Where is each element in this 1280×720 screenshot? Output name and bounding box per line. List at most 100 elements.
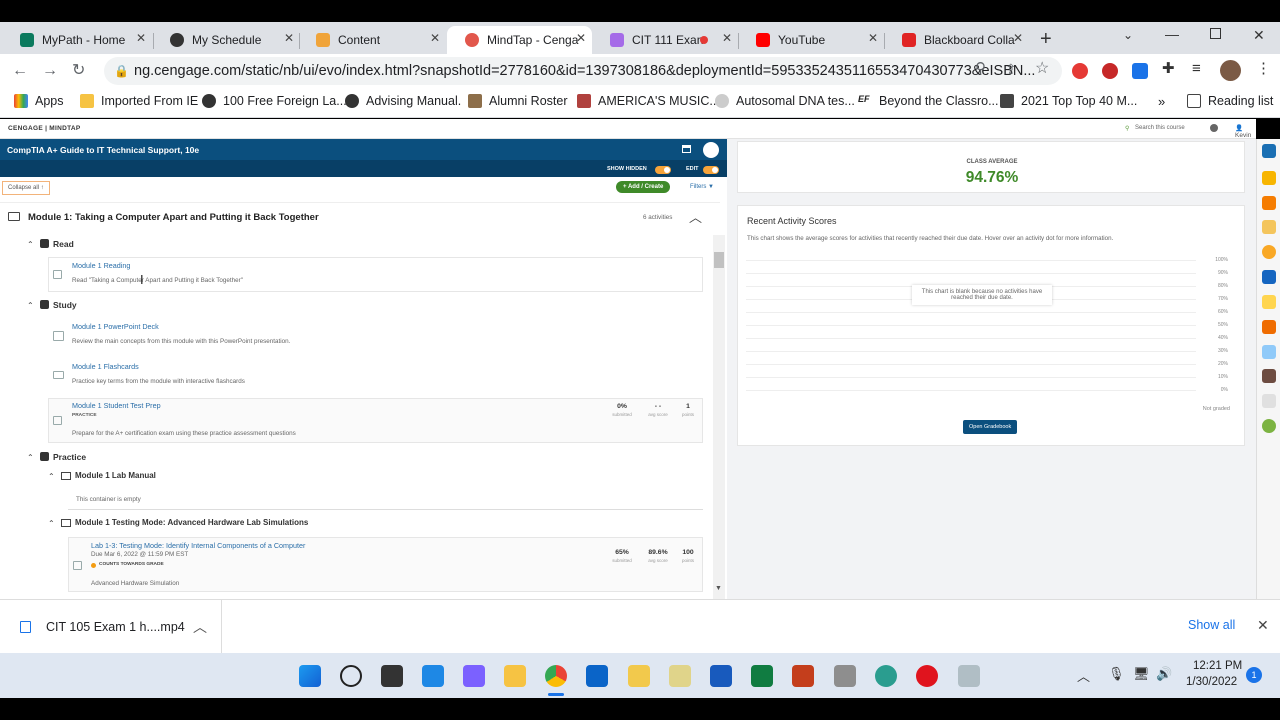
reading-item[interactable] [48, 257, 703, 292]
speaker-icon[interactable]: 🔊 [1156, 666, 1172, 682]
search-course-link[interactable]: Search this course [1135, 125, 1185, 131]
list-menu-icon[interactable] [703, 142, 719, 158]
bookmark-advising[interactable]: Advising Manual. [345, 94, 461, 108]
rss-icon[interactable] [1262, 196, 1276, 210]
filters-button[interactable]: Filters ▼ [690, 184, 714, 190]
caret-icon[interactable]: ⌃ [27, 301, 34, 310]
close-icon[interactable]: ✕ [868, 31, 878, 45]
test-prep-link[interactable]: Module 1 Student Test Prep [72, 401, 161, 410]
study-section[interactable]: Study [53, 300, 77, 310]
close-icon[interactable]: ✕ [1257, 617, 1269, 634]
calendar-icon[interactable] [682, 145, 691, 153]
chart-app-icon[interactable] [669, 665, 691, 687]
help-icon[interactable] [1210, 124, 1218, 132]
tab-my-schedule[interactable]: My Schedule ✕ [152, 26, 300, 54]
caret-icon[interactable]: ⌃ [48, 519, 55, 528]
excel-icon[interactable] [751, 665, 773, 687]
collapse-all-button[interactable]: Collapse all ↑ [2, 181, 50, 195]
outlook-icon[interactable] [586, 665, 608, 687]
chevron-up-icon[interactable]: ︿ [1077, 666, 1090, 685]
reading-link[interactable]: Module 1 Reading [72, 261, 130, 270]
clock-time[interactable]: 12:21 PM [1193, 660, 1242, 672]
circle-icon[interactable] [1262, 419, 1276, 433]
app-icon[interactable] [958, 665, 980, 687]
chat-icon[interactable] [1262, 394, 1276, 408]
snip-tool-icon[interactable] [834, 665, 856, 687]
lab-link[interactable]: Lab 1-3: Testing Mode: Identify Internal… [91, 541, 305, 550]
open-gradebook-button[interactable]: Open Gradebook [963, 420, 1018, 434]
bookmark-top40[interactable]: 2021 Top Top 40 M... [1000, 94, 1137, 108]
chevron-up-icon[interactable]: ︿ [193, 617, 207, 637]
share-icon[interactable]: ⇪ [1005, 60, 1017, 78]
minimize-icon[interactable]: — [1165, 26, 1179, 42]
share-icon[interactable] [1262, 345, 1276, 359]
bookmark-foreign[interactable]: 100 Free Foreign La... [202, 94, 347, 108]
monitor-icon[interactable]: 🖥 [1133, 666, 1150, 682]
search-icon[interactable] [340, 665, 362, 687]
tab-mypath[interactable]: MyPath - Home ✕ [2, 26, 152, 54]
scrollbar[interactable]: ▼ [713, 235, 725, 599]
close-icon[interactable]: ✕ [576, 31, 586, 45]
task-view-icon[interactable] [381, 665, 403, 687]
cloud-icon[interactable] [1262, 144, 1276, 158]
close-icon[interactable]: ✕ [722, 31, 732, 45]
caret-icon[interactable]: ⌃ [27, 240, 34, 249]
word-icon[interactable] [710, 665, 732, 687]
bookmark-imported[interactable]: Imported From IE [80, 94, 198, 108]
close-icon[interactable]: ✕ [136, 31, 146, 45]
address-bar[interactable]: 🔒 ng.cengage.com/static/nb/ui/evo/index.… [104, 57, 1062, 85]
widgets-icon[interactable] [422, 665, 444, 687]
bookmark-beyond[interactable]: EF Beyond the Classro... [858, 94, 999, 108]
tab-cit111[interactable]: CIT 111 Exan ✕ [592, 26, 738, 54]
close-icon[interactable]: ✕ [430, 31, 440, 45]
tab-content[interactable]: Content ✕ [298, 26, 446, 54]
windows-start-icon[interactable] [299, 665, 321, 687]
user-menu[interactable]: 👤 Kevin [1235, 124, 1256, 139]
caret-icon[interactable]: ⌃ [48, 472, 55, 481]
media-icon[interactable]: ≡ [1192, 60, 1201, 78]
scroll-down-icon[interactable]: ▼ [715, 585, 722, 592]
pen-ext-icon[interactable] [1132, 63, 1148, 79]
bookmark-apps[interactable]: Apps [14, 94, 64, 108]
coin-icon[interactable] [1262, 245, 1276, 259]
edit-toggle[interactable] [703, 166, 719, 174]
bookmark-alumni[interactable]: Alumni Roster [468, 94, 568, 108]
microphone-icon[interactable]: 🎙 [1108, 666, 1125, 682]
back-icon[interactable]: ← [12, 62, 28, 80]
close-icon[interactable]: ✕ [284, 31, 294, 45]
search-icon[interactable]: ⚲ [1125, 125, 1129, 132]
chart-icon[interactable] [1262, 320, 1276, 334]
pencil-app-icon[interactable] [628, 665, 650, 687]
file-explorer-icon[interactable] [504, 665, 526, 687]
menu-icon[interactable]: ⋮ [1256, 60, 1271, 78]
forward-icon[interactable]: → [42, 62, 58, 80]
show-hidden-toggle[interactable] [655, 166, 671, 174]
new-tab-icon[interactable]: + [1040, 28, 1052, 51]
powerpoint-link[interactable]: Module 1 PowerPoint Deck [72, 322, 159, 331]
az-icon[interactable] [1262, 220, 1276, 234]
add-create-button[interactable]: + Add / Create [616, 181, 671, 193]
chrome-icon[interactable] [545, 665, 567, 687]
read-section[interactable]: Read [53, 239, 74, 249]
guitar-icon[interactable] [1262, 369, 1276, 383]
zoom-icon[interactable]: ⚲ [975, 60, 986, 78]
avatar[interactable] [1220, 60, 1241, 81]
lab-manual-folder[interactable]: Module 1 Lab Manual [75, 471, 156, 480]
module-title[interactable]: Module 1: Taking a Computer Apart and Pu… [28, 212, 319, 223]
chevron-up-icon[interactable]: ︿ [689, 207, 702, 226]
show-all-button[interactable]: Show all [1188, 618, 1235, 632]
testing-mode-folder[interactable]: Module 1 Testing Mode: Advanced Hardware… [75, 518, 308, 527]
window-close-icon[interactable]: ✕ [1253, 27, 1265, 44]
opera-ext-icon[interactable] [1102, 63, 1118, 79]
notification-badge[interactable]: 1 [1246, 667, 1262, 683]
tab-blackboard[interactable]: Blackboard Colla ✕ [884, 26, 1029, 54]
practice-section[interactable]: Practice [53, 452, 86, 462]
globe-app-icon[interactable] [875, 665, 897, 687]
adblock-icon[interactable] [1072, 63, 1088, 79]
star-icon[interactable]: ☆ [1035, 60, 1049, 78]
extensions-icon[interactable]: ✚ [1162, 60, 1175, 78]
reading-list[interactable]: Reading list [1187, 94, 1273, 108]
powerpoint-icon[interactable] [792, 665, 814, 687]
tab-mindtap[interactable]: MindTap - Cenga ✕ [447, 26, 592, 54]
bookmark-music[interactable]: AMERICA'S MUSIC... [577, 94, 720, 108]
